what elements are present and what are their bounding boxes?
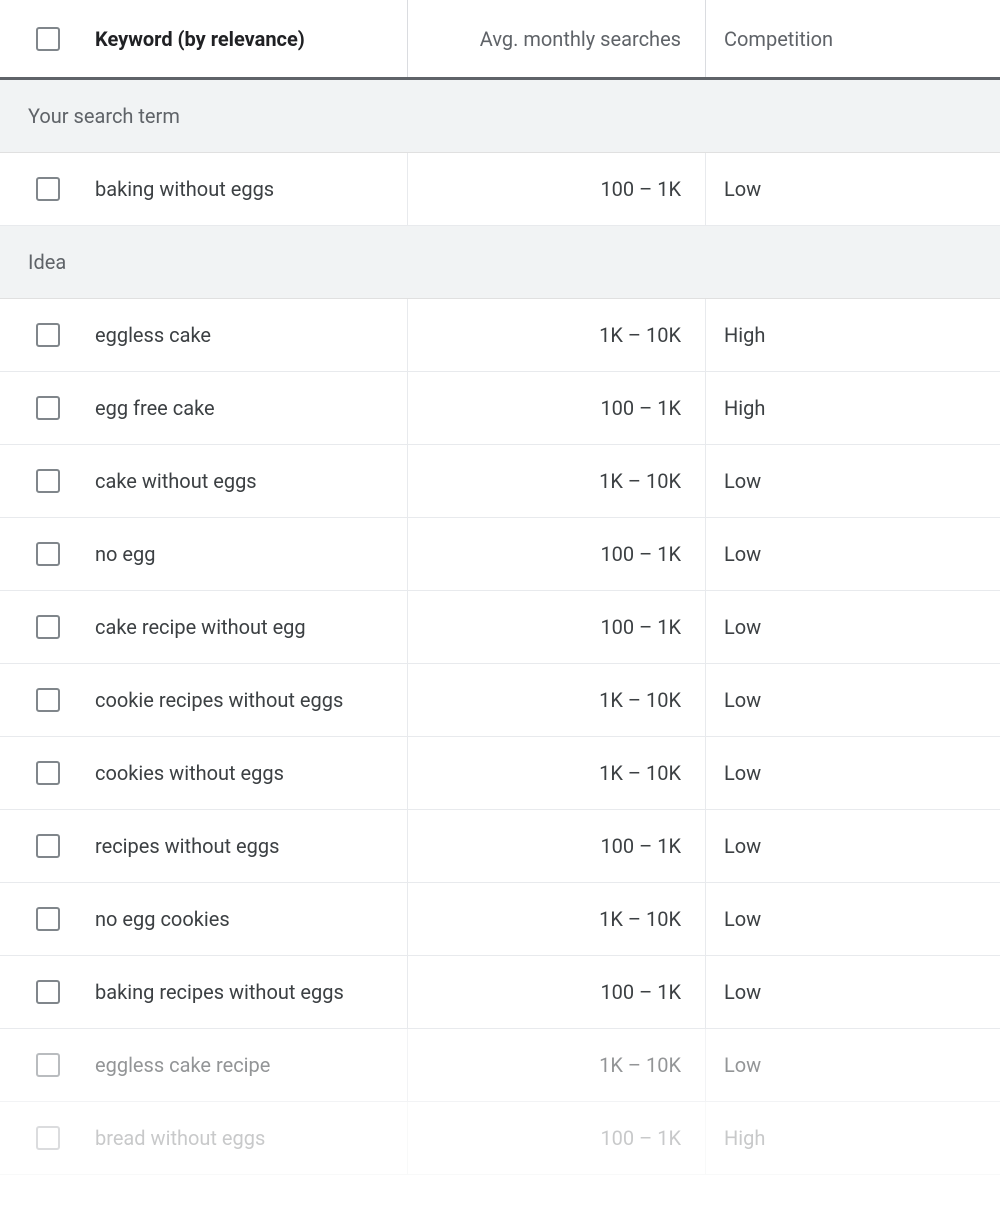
row-checkbox[interactable] bbox=[36, 542, 60, 566]
cell-searches: 100 – 1K bbox=[408, 956, 706, 1028]
row-checkbox[interactable] bbox=[36, 761, 60, 785]
table-row: bread without eggs 100 – 1K High bbox=[0, 1102, 1000, 1175]
table-row: cake recipe without egg 100 – 1K Low bbox=[0, 591, 1000, 664]
cell-keyword[interactable]: eggless cake recipe bbox=[95, 1029, 408, 1101]
table-row: cookie recipes without eggs 1K – 10K Low bbox=[0, 664, 1000, 737]
cell-keyword[interactable]: cookie recipes without eggs bbox=[95, 664, 408, 736]
cell-competition: High bbox=[706, 299, 1000, 371]
row-checkbox[interactable] bbox=[36, 469, 60, 493]
cell-keyword[interactable]: cookies without eggs bbox=[95, 737, 408, 809]
cell-competition: Low bbox=[706, 591, 1000, 663]
table-row: egg free cake 100 – 1K High bbox=[0, 372, 1000, 445]
cell-searches: 100 – 1K bbox=[408, 1102, 706, 1174]
cell-searches: 1K – 10K bbox=[408, 1029, 706, 1101]
table-row: no egg cookies 1K – 10K Low bbox=[0, 883, 1000, 956]
cell-competition: Low bbox=[706, 518, 1000, 590]
row-checkbox[interactable] bbox=[36, 323, 60, 347]
cell-keyword[interactable]: baking recipes without eggs bbox=[95, 956, 408, 1028]
table-row: eggless cake 1K – 10K High bbox=[0, 299, 1000, 372]
select-all-checkbox[interactable] bbox=[36, 27, 60, 51]
cell-competition: Low bbox=[706, 956, 1000, 1028]
table-row: recipes without eggs 100 – 1K Low bbox=[0, 810, 1000, 883]
col-header-keyword[interactable]: Keyword (by relevance) bbox=[95, 0, 408, 77]
cell-keyword[interactable]: egg free cake bbox=[95, 372, 408, 444]
section-idea: Idea bbox=[0, 226, 1000, 299]
section-label: Idea bbox=[28, 250, 66, 274]
row-checkbox[interactable] bbox=[36, 615, 60, 639]
cell-keyword[interactable]: cake recipe without egg bbox=[95, 591, 408, 663]
table-row: no egg 100 – 1K Low bbox=[0, 518, 1000, 591]
cell-competition: Low bbox=[706, 883, 1000, 955]
table-row: cake without eggs 1K – 10K Low bbox=[0, 445, 1000, 518]
row-checkbox[interactable] bbox=[36, 1053, 60, 1077]
row-checkbox[interactable] bbox=[36, 688, 60, 712]
cell-competition: High bbox=[706, 372, 1000, 444]
cell-keyword[interactable]: bread without eggs bbox=[95, 1102, 408, 1174]
table-row: baking without eggs 100 – 1K Low bbox=[0, 153, 1000, 226]
cell-keyword[interactable]: cake without eggs bbox=[95, 445, 408, 517]
row-checkbox[interactable] bbox=[36, 1126, 60, 1150]
cell-competition: High bbox=[706, 1102, 1000, 1174]
table-row: baking recipes without eggs 100 – 1K Low bbox=[0, 956, 1000, 1029]
cell-searches: 1K – 10K bbox=[408, 883, 706, 955]
cell-competition: Low bbox=[706, 664, 1000, 736]
row-checkbox[interactable] bbox=[36, 396, 60, 420]
cell-competition: Low bbox=[706, 153, 1000, 225]
cell-searches: 100 – 1K bbox=[408, 153, 706, 225]
cell-keyword[interactable]: eggless cake bbox=[95, 299, 408, 371]
cell-searches: 1K – 10K bbox=[408, 664, 706, 736]
cell-searches: 1K – 10K bbox=[408, 445, 706, 517]
row-checkbox[interactable] bbox=[36, 907, 60, 931]
cell-keyword[interactable]: no egg cookies bbox=[95, 883, 408, 955]
row-checkbox[interactable] bbox=[36, 980, 60, 1004]
table-row: cookies without eggs 1K – 10K Low bbox=[0, 737, 1000, 810]
cell-keyword[interactable]: no egg bbox=[95, 518, 408, 590]
cell-searches: 100 – 1K bbox=[408, 810, 706, 882]
cell-competition: Low bbox=[706, 810, 1000, 882]
cell-searches: 1K – 10K bbox=[408, 737, 706, 809]
row-checkbox[interactable] bbox=[36, 834, 60, 858]
keyword-table: Keyword (by relevance) Avg. monthly sear… bbox=[0, 0, 1000, 1175]
cell-competition: Low bbox=[706, 737, 1000, 809]
cell-searches: 100 – 1K bbox=[408, 518, 706, 590]
col-header-competition[interactable]: Competition bbox=[706, 0, 1000, 77]
cell-keyword[interactable]: recipes without eggs bbox=[95, 810, 408, 882]
section-your-search-term: Your search term bbox=[0, 80, 1000, 153]
cell-searches: 100 – 1K bbox=[408, 372, 706, 444]
table-row: eggless cake recipe 1K – 10K Low bbox=[0, 1029, 1000, 1102]
cell-searches: 1K – 10K bbox=[408, 299, 706, 371]
section-label: Your search term bbox=[28, 104, 180, 128]
cell-competition: Low bbox=[706, 1029, 1000, 1101]
row-checkbox[interactable] bbox=[36, 177, 60, 201]
cell-competition: Low bbox=[706, 445, 1000, 517]
col-header-searches[interactable]: Avg. monthly searches bbox=[408, 0, 706, 77]
cell-keyword[interactable]: baking without eggs bbox=[95, 153, 408, 225]
table-header-row: Keyword (by relevance) Avg. monthly sear… bbox=[0, 0, 1000, 80]
cell-searches: 100 – 1K bbox=[408, 591, 706, 663]
